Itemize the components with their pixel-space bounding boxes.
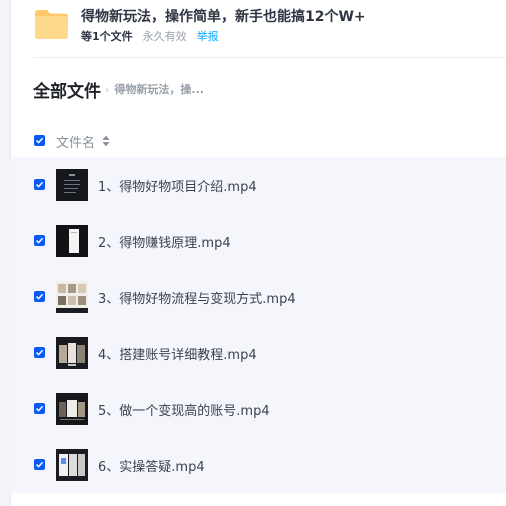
video-thumbnail (56, 169, 88, 201)
file-checkbox[interactable] (34, 347, 45, 358)
breadcrumb-separator-icon: › (105, 82, 110, 96)
share-header: 得物新玩法，操作简单，新手也能搞12个W+ 等1个文件 永久有效 举报 (33, 4, 506, 56)
file-row[interactable]: 1、得物好物项目介绍.mp4 (10, 157, 506, 213)
video-thumbnail (56, 393, 88, 425)
file-row[interactable]: 2、得物赚钱原理.mp4 (10, 213, 506, 269)
file-count: 等1个文件 (81, 30, 133, 43)
video-thumbnail (56, 225, 88, 257)
video-thumbnail (56, 281, 88, 313)
breadcrumb-root[interactable]: 全部文件 (33, 77, 101, 102)
file-name[interactable]: 1、得物好物项目介绍.mp4 (98, 176, 257, 195)
share-meta: 等1个文件 永久有效 举报 (81, 28, 219, 44)
file-name[interactable]: 4、搭建账号详细教程.mp4 (98, 344, 257, 363)
file-checkbox[interactable] (34, 459, 45, 470)
file-row[interactable]: 3、得物好物流程与变现方式.mp4 (10, 269, 506, 325)
file-name[interactable]: 6、实操答疑.mp4 (98, 456, 205, 475)
file-list: 1、得物好物项目介绍.mp4 2、得物赚钱原理.mp4 3、得物好物流程与变现方… (10, 157, 506, 493)
file-row[interactable]: 4、搭建账号详细教程.mp4 (10, 325, 506, 381)
folder-icon (35, 10, 68, 39)
file-name[interactable]: 2、得物赚钱原理.mp4 (98, 232, 231, 251)
file-checkbox[interactable] (34, 235, 45, 246)
header-divider (33, 57, 506, 58)
select-all-checkbox[interactable] (34, 135, 45, 146)
breadcrumb: 全部文件 › 得物新玩法，操... (33, 76, 204, 102)
file-name[interactable]: 3、得物好物流程与变现方式.mp4 (98, 288, 296, 307)
validity-label: 永久有效 (142, 30, 187, 43)
video-thumbnail (56, 337, 88, 369)
video-thumbnail (56, 449, 88, 481)
file-row[interactable]: 6、实操答疑.mp4 (10, 437, 506, 493)
file-list-header: 文件名 (10, 126, 506, 156)
column-filename-label[interactable]: 文件名 (56, 132, 95, 151)
report-link[interactable]: 举报 (197, 30, 219, 43)
share-title: 得物新玩法，操作简单，新手也能搞12个W+ (81, 9, 366, 25)
file-row[interactable]: 5、做一个变现高的账号.mp4 (10, 381, 506, 437)
file-checkbox[interactable] (34, 403, 45, 414)
sort-icon[interactable] (102, 135, 110, 147)
breadcrumb-current: 得物新玩法，操... (114, 83, 204, 96)
file-checkbox[interactable] (34, 179, 45, 190)
file-checkbox[interactable] (34, 291, 45, 302)
file-name[interactable]: 5、做一个变现高的账号.mp4 (98, 400, 270, 419)
